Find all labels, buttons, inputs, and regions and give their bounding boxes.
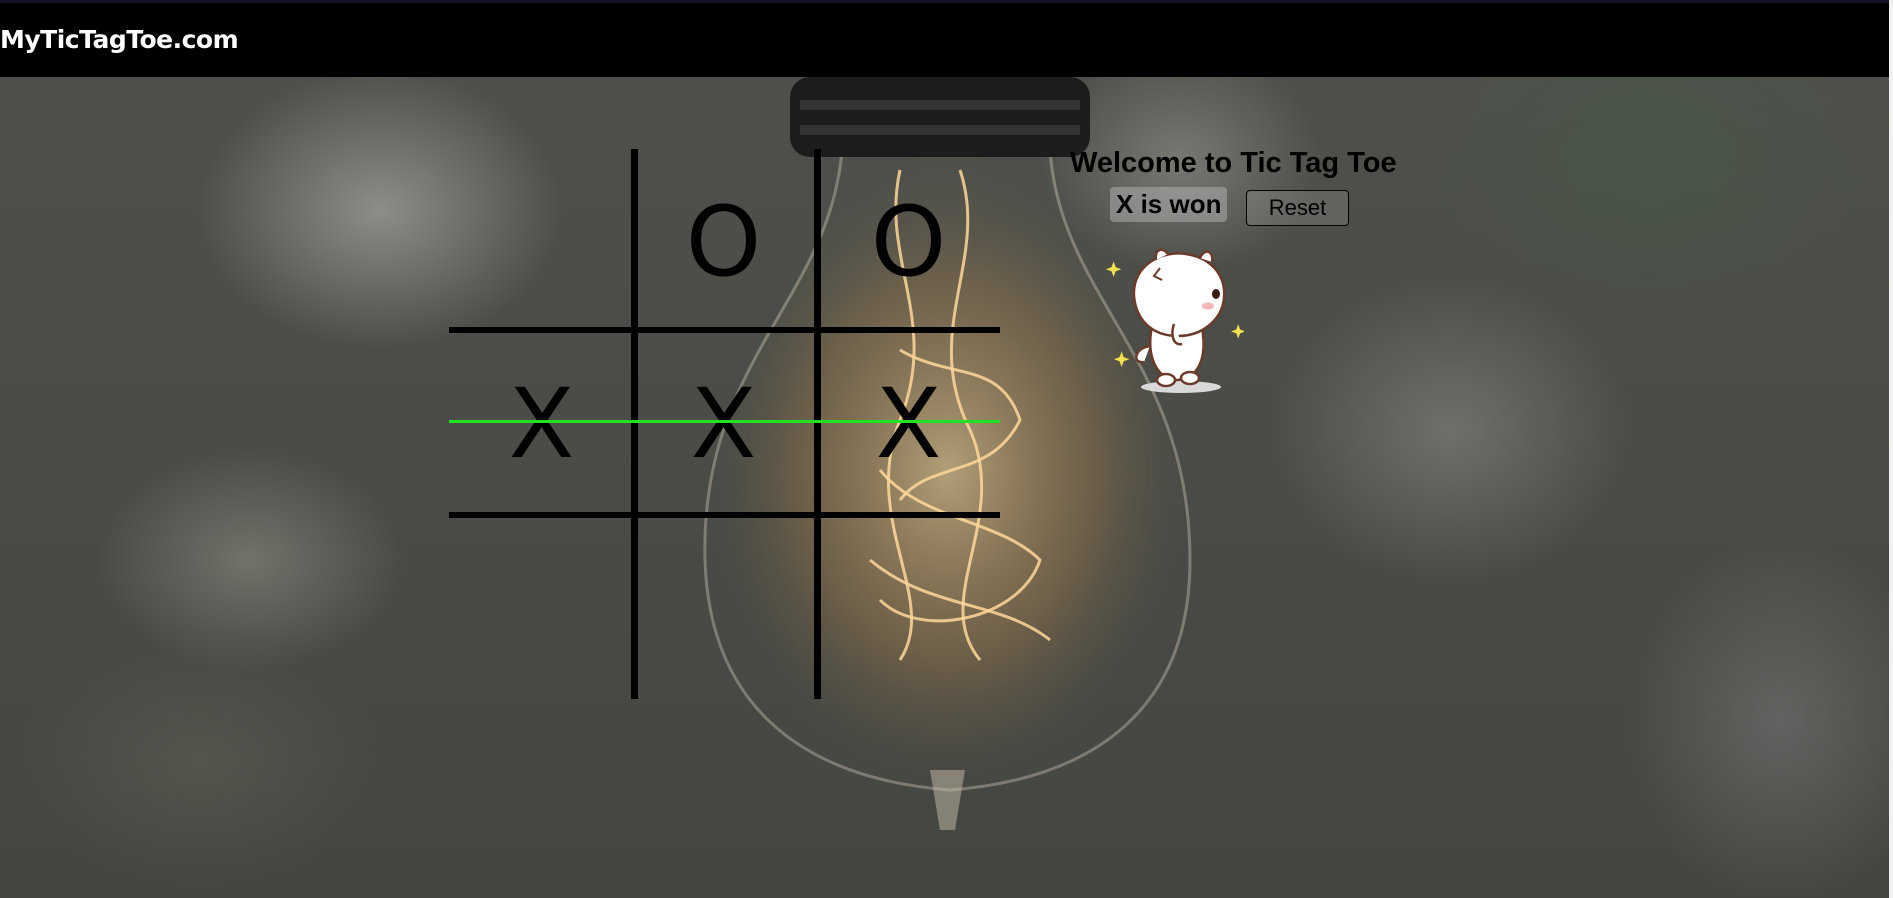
grid-line-vertical-2 — [814, 149, 821, 699]
board-cell-4[interactable]: X — [631, 331, 816, 516]
cat-sticker-icon — [1105, 248, 1244, 393]
board-cell-6[interactable] — [449, 515, 634, 700]
board-cell-0[interactable] — [449, 149, 634, 334]
page-title: Welcome to Tic Tag Toe — [1070, 147, 1397, 179]
board-cell-8[interactable] — [816, 515, 1001, 700]
board-cell-7[interactable] — [631, 515, 816, 700]
grid-line-vertical-1 — [631, 149, 638, 699]
status-message: X is won — [1110, 187, 1228, 222]
navbar: MyTicTagToe.com — [0, 0, 1889, 77]
brand-link[interactable]: MyTicTagToe.com — [0, 25, 239, 54]
board-cell-1[interactable]: O — [631, 149, 816, 334]
board-cell-2[interactable]: O — [816, 149, 1001, 334]
grid-line-horizontal-2 — [449, 512, 1000, 518]
board-cell-5[interactable]: X — [816, 331, 1001, 516]
winning-strike-line — [449, 420, 1000, 423]
reset-button[interactable]: Reset — [1246, 190, 1349, 226]
game-board: O O X X X — [449, 149, 1000, 699]
scrollbar-edge — [1889, 0, 1893, 898]
board-cell-3[interactable]: X — [449, 331, 634, 516]
grid-line-horizontal-1 — [449, 327, 1000, 333]
